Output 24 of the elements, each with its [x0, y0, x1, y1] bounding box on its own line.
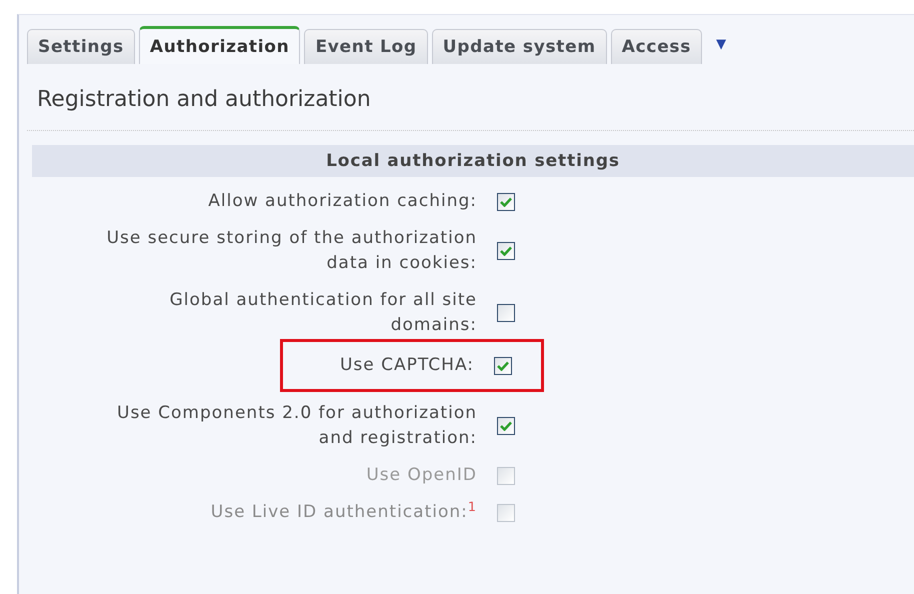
checkbox[interactable] [497, 242, 515, 260]
setting-label: Use OpenID [365, 464, 478, 487]
checkbox[interactable] [497, 417, 515, 435]
check-icon [500, 196, 512, 206]
tab[interactable]: Update system [432, 29, 607, 64]
tab[interactable]: Authorization [138, 26, 300, 64]
check-icon [500, 246, 512, 256]
section-header: Local authorization settings [32, 145, 914, 177]
setting-label: Use Live ID authentication:$^{1}$ [210, 500, 478, 524]
checkbox[interactable] [497, 192, 515, 210]
setting-label: Use Components 2.0 for authorization and registration: [116, 402, 478, 450]
checkbox[interactable] [494, 356, 512, 374]
tab[interactable]: Access [610, 29, 702, 64]
setting-label: Allow authorization caching: [207, 190, 478, 213]
setting-label: Use secure storing of the authorization data in cookies: [106, 227, 478, 275]
tab[interactable]: Settings [27, 29, 135, 64]
checkbox[interactable] [497, 304, 515, 322]
check-icon [500, 421, 512, 431]
page-heading: Registration and authorization [27, 64, 914, 131]
tab[interactable]: Event Log [304, 29, 428, 64]
check-icon [497, 360, 509, 370]
more-tabs-button[interactable]: ▼ [716, 34, 726, 54]
setting-label: Use CAPTCHA: [340, 354, 475, 377]
setting-label: Global authentication for all site domains: [168, 289, 478, 337]
